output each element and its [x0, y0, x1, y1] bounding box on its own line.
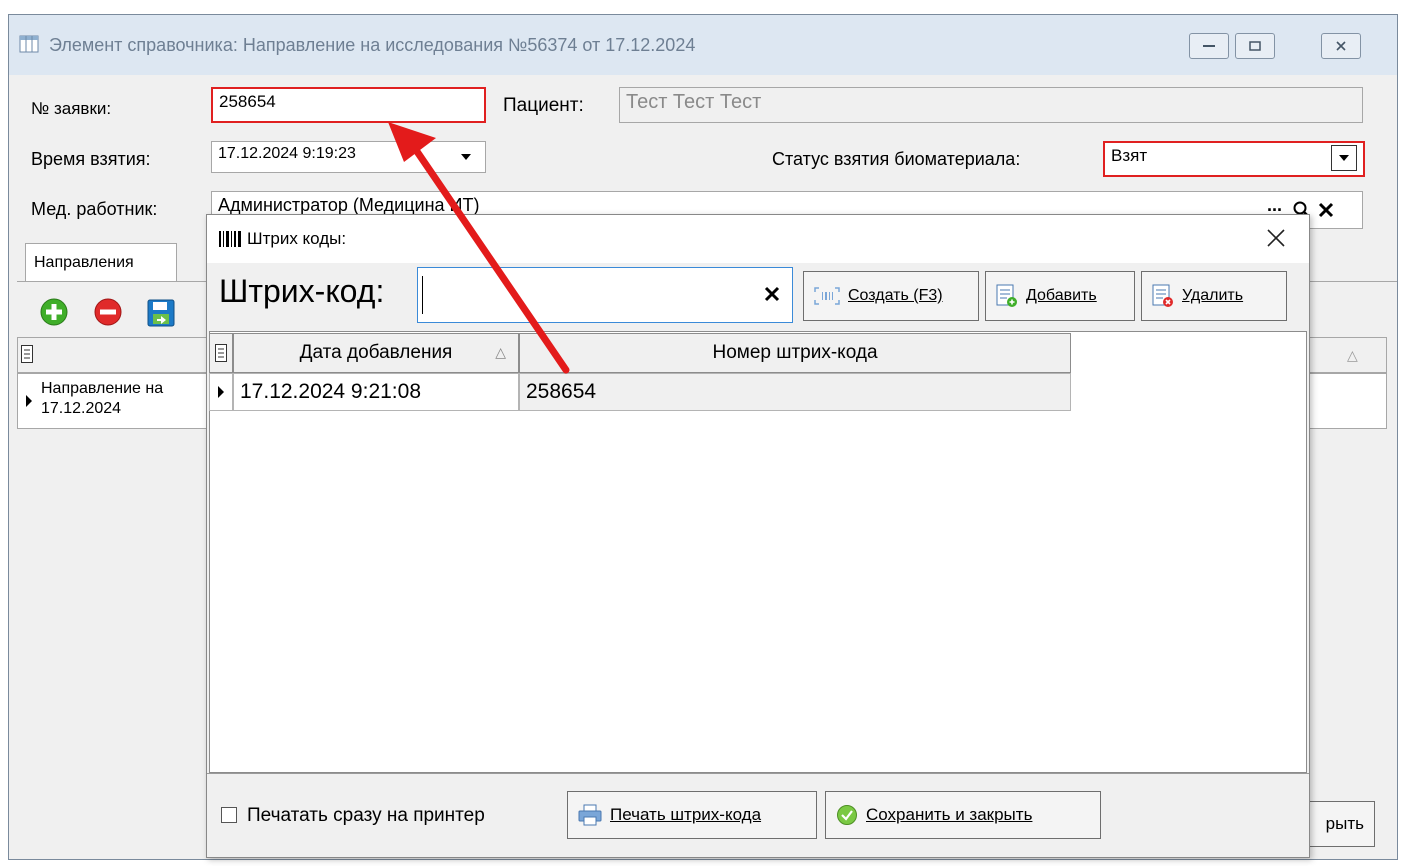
- annotation-arrow-icon: [388, 122, 570, 374]
